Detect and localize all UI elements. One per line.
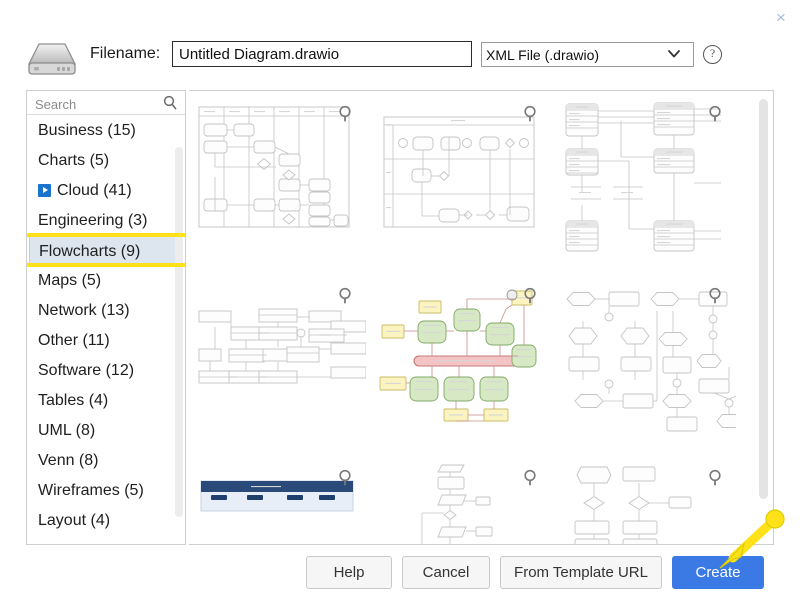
gallery-scrollbar[interactable]	[759, 99, 768, 499]
sidebar-item-label: Venn (8)	[38, 452, 99, 469]
magnifier-icon[interactable]	[338, 105, 354, 122]
magnifier-icon[interactable]	[523, 287, 539, 304]
sidebar-item-label: Engineering (3)	[38, 212, 148, 229]
magnifier-icon[interactable]	[708, 287, 724, 304]
template-preview-bpmn-horizontal	[383, 116, 535, 228]
sidebar-item-cloud[interactable]: Cloud (41)	[27, 176, 185, 206]
sidebar-item-wireframes[interactable]: Wireframes (5)	[27, 476, 185, 506]
hard-drive-icon	[26, 38, 78, 80]
template-thumbnail[interactable]	[191, 99, 366, 269]
template-thumbnail[interactable]	[561, 281, 736, 451]
sidebar-item-layout[interactable]: Layout (4)	[27, 506, 185, 536]
magnifier-icon[interactable]	[338, 287, 354, 304]
template-thumbnail[interactable]	[561, 463, 736, 544]
template-preview-swimlane-vertical	[198, 106, 350, 228]
sidebar-item-maps[interactable]: Maps (5)	[27, 266, 185, 296]
template-thumbnail[interactable]	[191, 463, 366, 544]
filename-input[interactable]	[172, 41, 472, 67]
sidebar-item-label: UML (8)	[38, 422, 96, 439]
search-row	[27, 91, 185, 115]
sidebar-item-charts[interactable]: Charts (5)	[27, 146, 185, 176]
category-list: Business (15) Charts (5) Cloud (41) Enginee…	[27, 116, 185, 544]
sidebar-item-label: Charts (5)	[38, 152, 110, 169]
sidebar-item-label: Network (13)	[38, 302, 130, 319]
create-button[interactable]: Create	[672, 556, 764, 589]
template-preview-decision-flowchart	[566, 291, 736, 432]
sidebar-item-venn[interactable]: Venn (8)	[27, 446, 185, 476]
sidebar-item-flowcharts[interactable]: Flowcharts (9)	[29, 236, 183, 266]
sidebar-item-uml[interactable]: UML (8)	[27, 416, 185, 446]
template-thumbnail[interactable]	[376, 99, 551, 269]
sidebar-item-engineering[interactable]: Engineering (3)	[27, 206, 185, 236]
close-icon[interactable]: ×	[772, 9, 790, 27]
template-thumbnail[interactable]	[191, 281, 366, 451]
magnifier-icon[interactable]	[523, 469, 539, 486]
dialog-footer: Help Cancel From Template URL Create	[0, 552, 800, 613]
template-preview-data-flow-colored	[379, 289, 537, 422]
sidebar-item-business[interactable]: Business (15)	[27, 116, 185, 146]
filetype-select[interactable]: XML File (.drawio)	[481, 42, 694, 67]
sidebar-item-label: Business (15)	[38, 122, 136, 139]
sidebar-item-label: Wireframes (5)	[38, 482, 144, 499]
template-thumbnail[interactable]	[376, 463, 551, 544]
sidebar-scrollbar[interactable]	[175, 147, 183, 517]
dialog-header: Filename: XML File (.drawio) ?	[0, 30, 800, 90]
sidebar-item-other[interactable]: Other (11)	[27, 326, 185, 356]
expand-triangle-icon[interactable]	[38, 184, 51, 197]
magnifier-icon[interactable]	[708, 105, 724, 122]
template-preview-entity-relationship	[565, 102, 721, 252]
sidebar-item-network[interactable]: Network (13)	[27, 296, 185, 326]
sidebar-item-label: Layout (4)	[38, 512, 111, 529]
search-icon[interactable]	[163, 95, 177, 110]
filename-label: Filename:	[90, 45, 161, 62]
cancel-button[interactable]: Cancel	[402, 556, 490, 589]
category-sidebar: Business (15) Charts (5) Cloud (41) Enginee…	[26, 90, 186, 545]
dialog-body: Business (15) Charts (5) Cloud (41) Enginee…	[26, 90, 774, 545]
magnifier-icon[interactable]	[708, 469, 724, 486]
sidebar-item-label: Cloud (41)	[57, 182, 132, 199]
search-input[interactable]	[33, 93, 152, 115]
from-template-url-button[interactable]: From Template URL	[500, 556, 662, 589]
sidebar-item-software[interactable]: Software (12)	[27, 356, 185, 386]
sidebar-item-label: Tables (4)	[38, 392, 109, 409]
help-icon[interactable]: ?	[703, 45, 722, 64]
sidebar-item-label: Software (12)	[38, 362, 135, 379]
template-thumbnail[interactable]	[561, 99, 736, 269]
magnifier-icon[interactable]	[523, 105, 539, 122]
magnifier-icon[interactable]	[338, 469, 354, 486]
template-gallery	[189, 90, 774, 545]
template-thumbnail[interactable]	[376, 281, 551, 451]
sidebar-item-label: Other (11)	[38, 332, 110, 349]
sidebar-item-label: Maps (5)	[38, 272, 102, 289]
template-preview-block-tree	[198, 308, 366, 384]
sidebar-item-label: Flowcharts (9)	[39, 243, 141, 260]
help-button[interactable]: Help	[306, 556, 392, 589]
sidebar-item-tables[interactable]: Tables (4)	[27, 386, 185, 416]
